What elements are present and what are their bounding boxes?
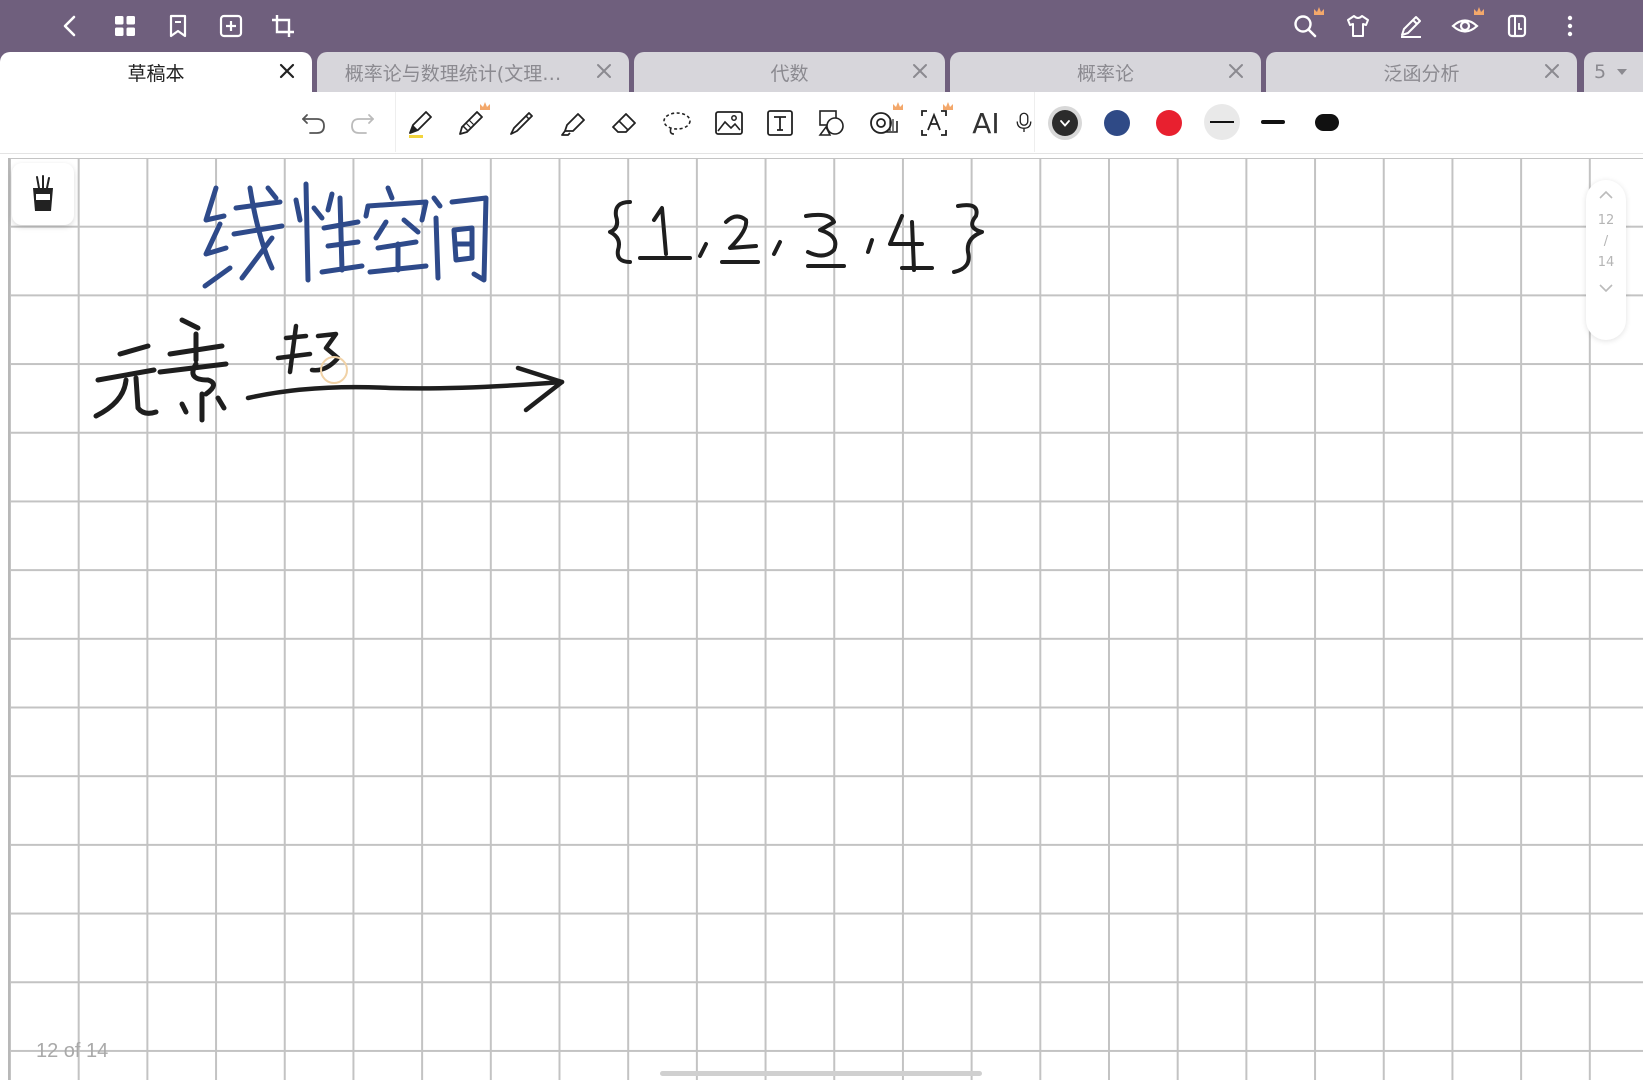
premium-crown-icon: [1314, 7, 1324, 15]
theme-shirt-icon[interactable]: [1340, 8, 1376, 44]
drawing-toolbar: AI: [0, 92, 1643, 238]
crop-icon[interactable]: [265, 8, 301, 44]
chevron-up-icon[interactable]: [1591, 180, 1621, 210]
text-recognition-icon[interactable]: [912, 101, 956, 145]
tab-functional-analysis[interactable]: 泛函分析: [1266, 52, 1577, 92]
grid-view-icon[interactable]: [107, 8, 143, 44]
stroke-width-thin[interactable]: [1204, 104, 1240, 140]
tab-count: 5: [1594, 61, 1607, 83]
color-swatch-red[interactable]: [1156, 110, 1182, 136]
page-scroller[interactable]: 12 / 14: [1586, 180, 1626, 340]
back-icon[interactable]: [52, 8, 88, 44]
tab-probability-statistics[interactable]: 概率论与数理统计(文理…: [317, 52, 629, 92]
notes-app: 草稿本 概率论与数理统计(文理… 代数 概率论 泛函分析 5 AI 12 / 1…: [0, 0, 1643, 1080]
handwriting-linear-space: [202, 181, 489, 289]
toolbar-divider: [395, 92, 396, 152]
more-options-icon[interactable]: [1552, 8, 1588, 44]
stroke-width-medium[interactable]: [1261, 120, 1285, 124]
image-insert-icon[interactable]: [707, 101, 751, 145]
page-scroller-current: 12: [1597, 213, 1615, 228]
redo-icon[interactable]: [340, 101, 384, 145]
tab-label: 代数: [770, 62, 809, 85]
pencil-case-button[interactable]: [12, 163, 74, 225]
page-scroller-separator: /: [1603, 234, 1609, 249]
page-scroller-total: 14: [1597, 255, 1615, 270]
close-icon[interactable]: [276, 60, 298, 82]
microphone-icon[interactable]: [1012, 101, 1036, 145]
tape-tool-icon[interactable]: [862, 101, 906, 145]
tab-count-dropdown[interactable]: 5: [1584, 52, 1643, 92]
eraser-tool-icon[interactable]: [603, 101, 647, 145]
shape-tool-icon[interactable]: [810, 101, 854, 145]
stroke-width-thick[interactable]: [1315, 114, 1339, 131]
toolbar-divider: [1034, 92, 1035, 152]
premium-crown-icon: [480, 102, 490, 110]
top-bar: [0, 0, 1643, 52]
highlighter-tool-icon[interactable]: [552, 101, 596, 145]
tab-label: 泛函分析: [1383, 62, 1460, 85]
handwriting-set: [608, 200, 984, 274]
chevron-down-icon[interactable]: [1591, 273, 1621, 303]
edit-pen-icon[interactable]: [1393, 8, 1429, 44]
bookmark-icon[interactable]: [160, 8, 196, 44]
handwriting-layer: [93, 181, 984, 423]
pencil-cup-icon: [33, 175, 53, 211]
page-indicator: 12 of 14: [36, 1040, 109, 1062]
close-icon[interactable]: [1541, 60, 1563, 82]
tab-algebra[interactable]: 代数: [634, 52, 945, 92]
ai-label: AI: [972, 106, 1000, 140]
close-icon[interactable]: [593, 60, 615, 82]
text-box-icon[interactable]: [758, 101, 802, 145]
search-icon[interactable]: [1287, 7, 1324, 44]
pencil-tool-icon[interactable]: [449, 101, 493, 145]
close-icon[interactable]: [909, 60, 931, 82]
fountain-pen-tool-icon[interactable]: [398, 101, 442, 145]
chevron-down-icon: [1060, 119, 1070, 127]
handwriting-element: [93, 317, 229, 423]
tab-label: 概率论与数理统计(文理…: [344, 62, 562, 85]
close-icon[interactable]: [1225, 60, 1247, 82]
premium-crown-icon: [893, 102, 903, 110]
premium-crown-icon: [943, 102, 953, 110]
undo-icon[interactable]: [292, 101, 336, 145]
thin-stroke-sample: [1210, 121, 1234, 123]
handwriting-arrow-note: [245, 323, 565, 413]
chevron-down-icon: [1617, 69, 1628, 75]
split-view-icon[interactable]: [1499, 8, 1535, 44]
tab-bar: 草稿本 概率论与数理统计(文理… 代数 概率论 泛函分析 5: [0, 52, 1643, 92]
tab-label: 草稿本: [127, 62, 185, 85]
tab-probability[interactable]: 概率论: [950, 52, 1261, 92]
grid-note-canvas[interactable]: [10, 158, 1643, 1080]
home-indicator-bar: [660, 1071, 982, 1076]
ballpoint-pen-tool-icon[interactable]: [500, 101, 544, 145]
tab-scratchpad[interactable]: 草稿本: [0, 52, 312, 92]
ai-assistant-button[interactable]: AI: [964, 101, 1008, 145]
color-swatch-black[interactable]: [1052, 110, 1078, 136]
tab-label: 概率论: [1076, 62, 1134, 85]
add-page-icon[interactable]: [213, 8, 249, 44]
color-swatch-blue[interactable]: [1104, 110, 1130, 136]
lasso-tool-icon[interactable]: [655, 101, 699, 145]
premium-crown-icon: [1474, 7, 1484, 15]
view-mode-eye-icon[interactable]: [1447, 7, 1484, 44]
